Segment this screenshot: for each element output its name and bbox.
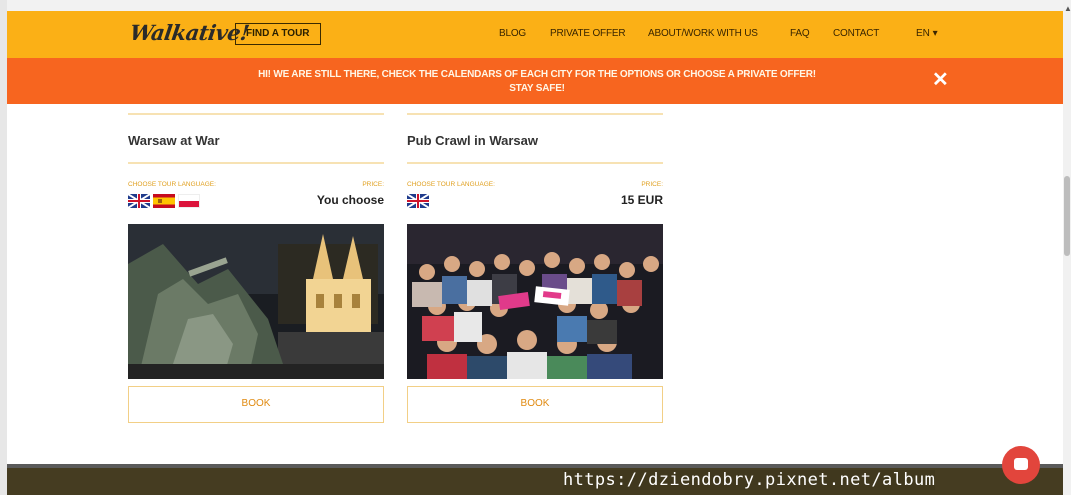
chat-bubble-icon[interactable] — [1002, 446, 1040, 484]
tour-title[interactable]: Pub Crawl in Warsaw — [407, 133, 538, 148]
find-a-tour-button[interactable]: FIND A TOUR — [235, 23, 321, 45]
book-button[interactable]: BOOK — [128, 386, 384, 423]
browser-viewport: Walkative! FIND A TOUR BLOG PRIVATE OFFE… — [0, 0, 1071, 495]
price-value: You choose — [316, 193, 384, 207]
walkative-logo[interactable]: Walkative! — [128, 20, 250, 45]
language-dropdown[interactable]: EN ▾ — [916, 28, 938, 39]
night-monument-photo[interactable] — [128, 224, 384, 379]
card-divider — [407, 162, 663, 164]
nav-faq[interactable]: FAQ — [790, 28, 810, 39]
site-header: Walkative! FIND A TOUR BLOG PRIVATE OFFE… — [7, 11, 1063, 58]
tour-language-label: CHOOSE TOUR LANGUAGE: — [407, 181, 495, 188]
price-value: 15 EUR — [620, 193, 663, 207]
uk-flag-icon[interactable] — [128, 194, 150, 208]
close-icon[interactable]: ✕ — [932, 69, 949, 91]
card-divider — [128, 113, 384, 115]
book-button[interactable]: BOOK — [407, 386, 663, 423]
nav-contact[interactable]: CONTACT — [833, 28, 879, 39]
price-label: PRICE: — [641, 181, 663, 188]
tour-card: Pub Crawl in Warsaw CHOOSE TOUR LANGUAGE… — [407, 104, 665, 429]
tour-language-label: CHOOSE TOUR LANGUAGE: — [128, 181, 216, 188]
spain-flag-icon[interactable] — [153, 194, 175, 208]
notice-line-2: STAY SAFE! — [509, 83, 565, 94]
nav-about-work-with-us[interactable]: ABOUT/WORK WITH US — [648, 28, 758, 39]
card-divider — [407, 113, 663, 115]
nav-blog[interactable]: BLOG — [499, 28, 526, 39]
tour-list: Warsaw at War CHOOSE TOUR LANGUAGE: PRIC… — [7, 104, 1063, 464]
card-divider — [128, 162, 384, 164]
footer-top-strip — [7, 464, 1063, 468]
uk-flag-icon[interactable] — [407, 194, 429, 208]
scroll-up-arrow-icon[interactable]: ▲ — [1064, 4, 1071, 13]
nav-private-offer[interactable]: PRIVATE OFFER — [550, 28, 626, 39]
scrollbar-thumb[interactable] — [1064, 176, 1070, 256]
language-flags — [128, 194, 200, 209]
notice-line-1: HI! WE ARE STILL THERE, CHECK THE CALEND… — [258, 69, 816, 80]
pub-crawl-group-photo[interactable] — [407, 224, 663, 379]
left-edge — [0, 0, 7, 495]
watermark-text: https://dziendobry.pixnet.net/album — [563, 470, 936, 490]
tour-card: Warsaw at War CHOOSE TOUR LANGUAGE: PRIC… — [128, 104, 386, 429]
language-flags — [407, 194, 429, 209]
notice-text: HI! WE ARE STILL THERE, CHECK THE CALEND… — [187, 68, 887, 96]
price-label: PRICE: — [362, 181, 384, 188]
poland-flag-icon[interactable] — [178, 194, 200, 208]
covid-notice-bar: HI! WE ARE STILL THERE, CHECK THE CALEND… — [7, 58, 1063, 104]
tour-title[interactable]: Warsaw at War — [128, 133, 220, 148]
